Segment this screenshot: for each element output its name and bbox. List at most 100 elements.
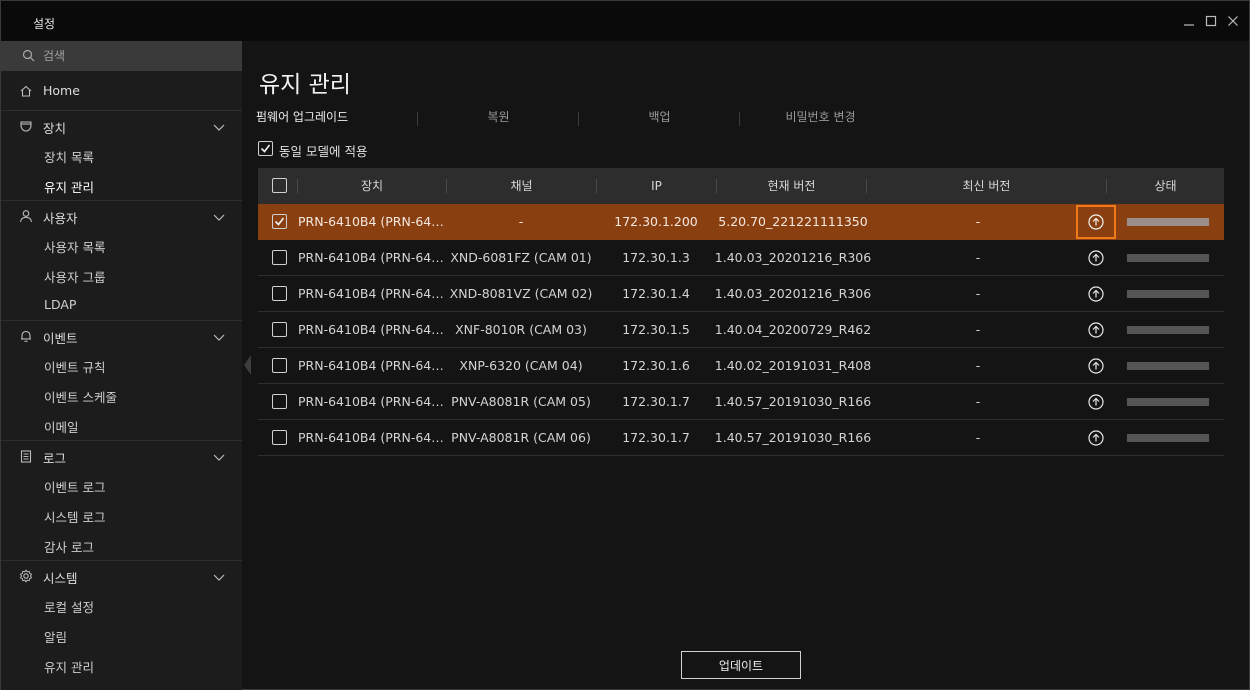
sidebar-item-system-maintenance[interactable]: 유지 관리 bbox=[1, 650, 242, 680]
upload-icon[interactable] bbox=[1076, 421, 1116, 455]
table-row[interactable]: PRN-6410B4 (PRN-6410B4) PNV-A8081R (CAM … bbox=[258, 384, 1224, 420]
sidebar-item-user-list[interactable]: 사용자 목록 bbox=[1, 230, 242, 260]
page-title: 유지 관리 bbox=[259, 72, 351, 98]
select-all-checkbox[interactable] bbox=[272, 178, 287, 193]
cell-device: PRN-6410B4 (PRN-6410B4) bbox=[298, 358, 450, 373]
cell-latest-version: - bbox=[975, 358, 981, 373]
cell-latest-version: - bbox=[975, 430, 981, 445]
minimize-icon[interactable] bbox=[1181, 13, 1197, 29]
chevron-down-icon[interactable] bbox=[213, 211, 225, 225]
device-icon bbox=[19, 119, 33, 133]
cell-ip: 172.30.1.6 bbox=[622, 358, 690, 373]
sidebar-section-devices[interactable]: 장치 bbox=[1, 110, 242, 140]
table-row[interactable]: PRN-6410B4 (PRN-6410B4) - 172.30.1.200 5… bbox=[258, 204, 1224, 240]
chevron-down-icon[interactable] bbox=[213, 451, 225, 465]
search-input[interactable] bbox=[43, 47, 233, 65]
upload-icon[interactable] bbox=[1076, 241, 1116, 275]
sidebar-section-label: 이벤트 bbox=[43, 331, 78, 346]
sidebar-item-audit-log[interactable]: 감사 로그 bbox=[1, 530, 242, 560]
cell-channel: XND-8081VZ (CAM 02) bbox=[449, 286, 593, 301]
sidebar-section-system[interactable]: 시스템 bbox=[1, 560, 242, 590]
upload-icon[interactable] bbox=[1076, 349, 1116, 383]
sidebar-section-label: 시스템 bbox=[43, 571, 78, 586]
column-header-status[interactable]: 상태 bbox=[1107, 168, 1224, 204]
upload-icon[interactable] bbox=[1076, 385, 1116, 419]
sidebar-section-logs[interactable]: 로그 bbox=[1, 440, 242, 470]
row-checkbox[interactable] bbox=[272, 358, 287, 373]
sidebar-item-label: 이메일 bbox=[44, 420, 79, 435]
sidebar-item-ldap[interactable]: LDAP bbox=[1, 290, 242, 320]
title-bar: 설정 bbox=[1, 1, 1249, 41]
upload-icon[interactable] bbox=[1076, 205, 1116, 239]
apply-same-model-checkbox[interactable] bbox=[258, 141, 273, 156]
sidebar-section-label: 장치 bbox=[43, 121, 67, 136]
row-checkbox[interactable] bbox=[272, 394, 287, 409]
upload-icon[interactable] bbox=[1076, 277, 1116, 311]
sidebar-item-event-schedule[interactable]: 이벤트 스케줄 bbox=[1, 380, 242, 410]
sidebar-item-email[interactable]: 이메일 bbox=[1, 410, 242, 440]
table-row[interactable]: PRN-6410B4 (PRN-6410B4) PNV-A8081R (CAM … bbox=[258, 420, 1224, 456]
upload-icon[interactable] bbox=[1076, 313, 1116, 347]
close-icon[interactable] bbox=[1225, 13, 1241, 29]
sidebar-section-events[interactable]: 이벤트 bbox=[1, 320, 242, 350]
sidebar-item-notifications[interactable]: 알림 bbox=[1, 620, 242, 650]
settings-window: 설정 Home 장치 bbox=[0, 0, 1250, 690]
status-progress-bar bbox=[1127, 254, 1209, 262]
sidebar-section-users[interactable]: 사용자 bbox=[1, 200, 242, 230]
search-box[interactable] bbox=[1, 41, 242, 71]
apply-same-model-label: 동일 모델에 적용 bbox=[279, 144, 368, 159]
cell-ip: 172.30.1.3 bbox=[622, 250, 690, 265]
cell-current-version: 1.40.02_20191031_R408 bbox=[714, 358, 872, 373]
cell-device: PRN-6410B4 (PRN-6410B4) bbox=[298, 322, 450, 337]
column-header-device[interactable]: 장치 bbox=[298, 168, 446, 204]
sidebar-item-system-log[interactable]: 시스템 로그 bbox=[1, 500, 242, 530]
cell-device: PRN-6410B4 (PRN-6410B4) bbox=[298, 394, 450, 409]
gear-icon bbox=[19, 569, 33, 583]
row-checkbox[interactable] bbox=[272, 250, 287, 265]
tab-backup[interactable]: 백업 bbox=[579, 108, 740, 128]
bell-icon bbox=[19, 329, 33, 343]
maximize-icon[interactable] bbox=[1203, 13, 1219, 29]
cell-channel: XNF-8010R (CAM 03) bbox=[455, 322, 587, 337]
sidebar-item-device-maintenance[interactable]: 유지 관리 bbox=[1, 170, 242, 200]
sidebar-item-event-log[interactable]: 이벤트 로그 bbox=[1, 470, 242, 500]
sidebar-item-label: 사용자 그룹 bbox=[44, 270, 106, 285]
sidebar-item-device-list[interactable]: 장치 목록 bbox=[1, 140, 242, 170]
chevron-down-icon[interactable] bbox=[213, 331, 225, 345]
sidebar-item-home[interactable]: Home bbox=[1, 76, 242, 106]
status-progress-bar bbox=[1127, 434, 1209, 442]
column-header-ip[interactable]: IP bbox=[597, 168, 716, 204]
cell-current-version: 1.40.57_20191030_R166 bbox=[714, 394, 872, 409]
chevron-down-icon[interactable] bbox=[213, 121, 225, 135]
row-checkbox[interactable] bbox=[272, 286, 287, 301]
row-checkbox[interactable] bbox=[272, 214, 287, 229]
table-row[interactable]: PRN-6410B4 (PRN-6410B4) XNF-8010R (CAM 0… bbox=[258, 312, 1224, 348]
chevron-down-icon[interactable] bbox=[213, 571, 225, 585]
cell-latest-version: - bbox=[975, 394, 981, 409]
tab-change-password[interactable]: 비밀번호 변경 bbox=[740, 108, 901, 128]
row-checkbox[interactable] bbox=[272, 430, 287, 445]
sidebar-item-label: 장치 목록 bbox=[44, 150, 94, 165]
sidebar-item-label: 이벤트 규칙 bbox=[44, 360, 106, 375]
sidebar-item-user-group[interactable]: 사용자 그룹 bbox=[1, 260, 242, 290]
column-header-channel[interactable]: 채널 bbox=[447, 168, 596, 204]
row-checkbox[interactable] bbox=[272, 322, 287, 337]
tab-restore[interactable]: 복원 bbox=[418, 108, 579, 128]
table-row[interactable]: PRN-6410B4 (PRN-6410B4) XND-6081FZ (CAM … bbox=[258, 240, 1224, 276]
update-button[interactable]: 업데이트 bbox=[681, 651, 801, 679]
status-progress-bar bbox=[1127, 398, 1209, 406]
tab-firmware-upgrade[interactable]: 펌웨어 업그레이드 bbox=[256, 108, 376, 128]
sidebar-item-event-rules[interactable]: 이벤트 규칙 bbox=[1, 350, 242, 380]
cell-current-version: 1.40.04_20200729_R462 bbox=[714, 322, 872, 337]
cell-device: PRN-6410B4 (PRN-6410B4) bbox=[298, 286, 450, 301]
cell-current-version: 5.20.70_221221111350 bbox=[718, 214, 868, 229]
cell-channel: - bbox=[518, 214, 524, 229]
cell-latest-version: - bbox=[975, 286, 981, 301]
sidebar-item-local-settings[interactable]: 로컬 설정 bbox=[1, 590, 242, 620]
cell-device: PRN-6410B4 (PRN-6410B4) bbox=[298, 430, 450, 445]
column-header-latest-version[interactable]: 최신 버전 bbox=[867, 168, 1106, 204]
table-row[interactable]: PRN-6410B4 (PRN-6410B4) XND-8081VZ (CAM … bbox=[258, 276, 1224, 312]
table-row[interactable]: PRN-6410B4 (PRN-6410B4) XNP-6320 (CAM 04… bbox=[258, 348, 1224, 384]
column-header-current-version[interactable]: 현재 버전 bbox=[717, 168, 866, 204]
sidebar-item-label: 이벤트 스케줄 bbox=[44, 390, 117, 405]
